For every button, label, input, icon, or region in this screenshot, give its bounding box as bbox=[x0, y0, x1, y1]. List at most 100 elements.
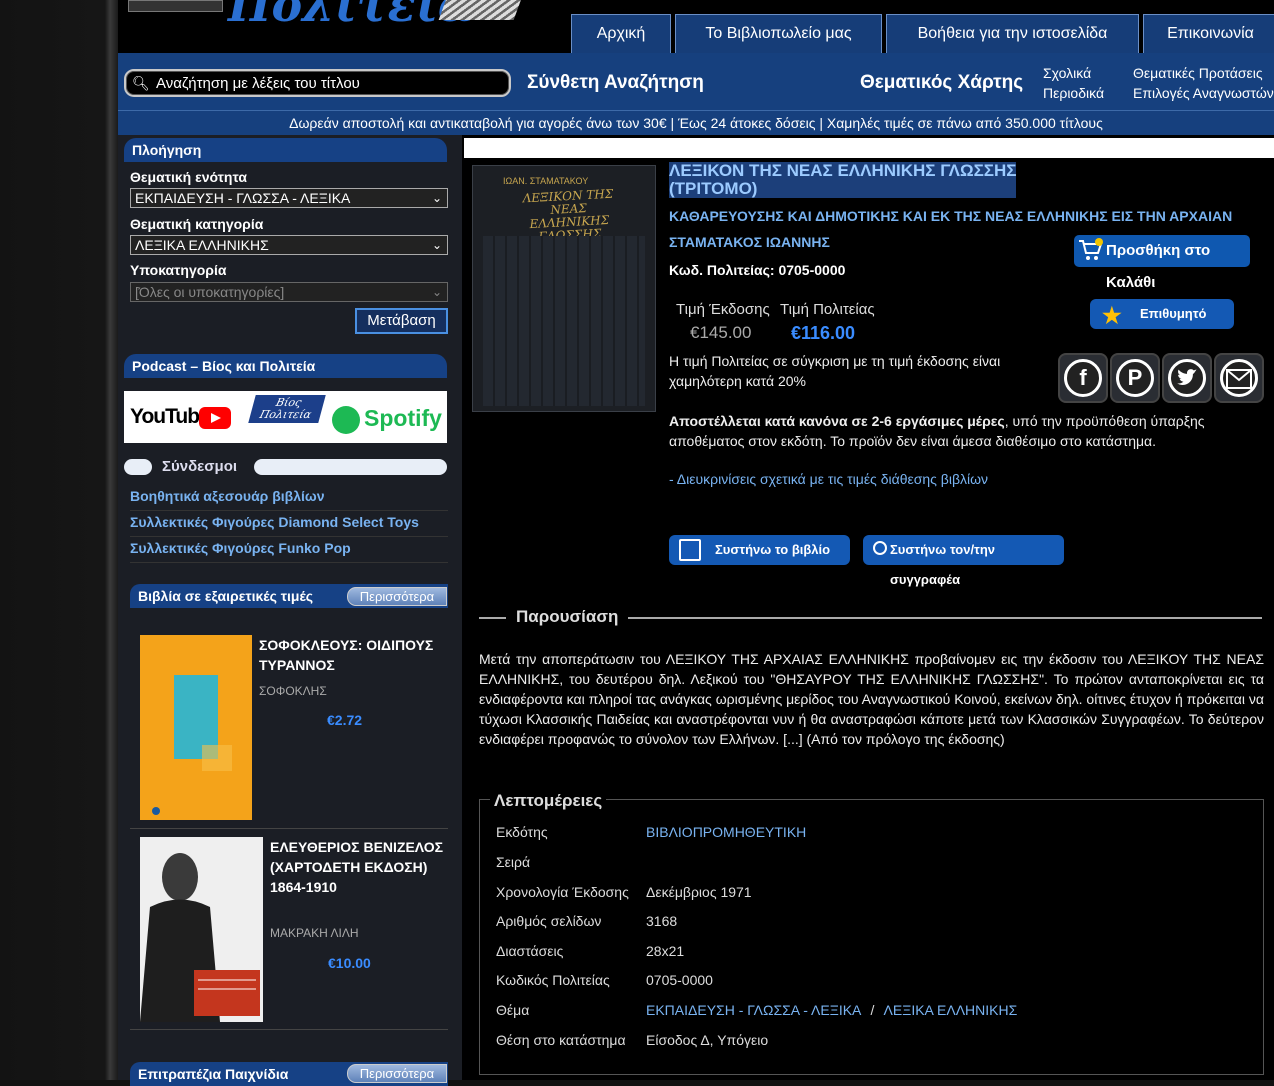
offer-author[interactable]: ΣΟΦΟΚΛΗΣ bbox=[259, 684, 327, 698]
book-author-link[interactable]: ΣΤΑΜΑΤΑΚΟΣ ΙΩΑΝΝΗΣ bbox=[669, 234, 830, 250]
links-title: Σύνδεσμοι bbox=[162, 458, 238, 475]
nav-help[interactable]: Βοήθεια για την ιστοσελίδα bbox=[886, 14, 1139, 53]
recommend-author-button[interactable]: Συστήνω τον/την συγγραφέα bbox=[863, 535, 1064, 587]
envelope-icon bbox=[1220, 359, 1258, 397]
school-link[interactable]: Σχολικά bbox=[1043, 65, 1091, 81]
offer-book[interactable]: ΕΛΕΥΘΕΡΙΟΣ ΒΕΝΙΖΕΛΟΣ (ΧΑΡΤΟΔΕΤΗ ΕΚΔΟΣΗ) … bbox=[140, 837, 448, 1023]
email-share-button[interactable] bbox=[1214, 353, 1264, 403]
vios-politeia-logo: Βίος Πολιτεία bbox=[248, 395, 326, 423]
wishlist-button[interactable]: ★ Επιθυμητό bbox=[1090, 299, 1234, 329]
recommend-book-button[interactable]: Συστήνω το βιβλίο bbox=[669, 535, 850, 565]
logo-book-graphic bbox=[438, 0, 523, 20]
go-button[interactable]: Μετάβαση bbox=[355, 308, 448, 334]
chevron-down-icon: ⌄ bbox=[431, 238, 442, 252]
top-strip bbox=[464, 138, 1274, 158]
youtube-play-icon bbox=[199, 407, 231, 429]
offer-title[interactable]: ΣΟΦΟΚΛΕΟΥΣ: ΟΙΔΙΠΟΥΣ ΤΥΡΑΝΝΟΣ bbox=[259, 635, 439, 675]
offer-author[interactable]: ΜΑΚΡΑΚΗ ΛΙΛΗ bbox=[270, 926, 359, 940]
subject-link[interactable]: ΕΚΠΑΙΔΕΥΣΗ - ΓΛΩΣΣΑ - ΛΕΞΙΚΑ bbox=[646, 1002, 861, 1018]
logo-strip bbox=[128, 0, 223, 12]
header: Πολιτεία Αρχική Το Βιβλιοπωλείο μας Βοήθ… bbox=[118, 0, 1274, 53]
search-bar: 🔍︎ Σύνθετη Αναζήτηση Θεματικός Χάρτης Σχ… bbox=[118, 53, 1274, 110]
section-select-value: ΕΚΠΑΙΔΕΥΣΗ - ΓΛΩΣΣΑ - ΛΕΞΙΚΑ bbox=[135, 190, 351, 206]
spotify-logo: Spotify bbox=[364, 405, 442, 431]
twitter-icon bbox=[1168, 359, 1206, 397]
offer-price: €2.72 bbox=[327, 712, 363, 728]
sidebar: Πλοήγηση Θεματική ενότητα ΕΚΠΑΙΔΕΥΣΗ - Γ… bbox=[118, 135, 458, 1086]
book-subtitle: ΚΑΘΑΡΕΥΟΥΣΗΣ ΚΑΙ ΔΗΜΟΤΙΚΗΣ ΚΑΙ ΕΚ ΤΗΣ ΝΕ… bbox=[669, 208, 1233, 224]
star-icon: ★ bbox=[1102, 303, 1122, 328]
subcategory-select-value: [Όλες οι υποκατηγορίες] bbox=[135, 284, 285, 300]
subcategory-link[interactable]: ΛΕΞΙΚΑ ΕΛΛΗΝΙΚΗΣ bbox=[884, 1002, 1018, 1018]
details-title: Λεπτομέρειες bbox=[490, 791, 607, 811]
advanced-search-link[interactable]: Σύνθετη Αναζήτηση bbox=[527, 72, 704, 94]
reader-choices-link[interactable]: Επιλογές Αναγνωστών bbox=[1133, 85, 1274, 101]
section-select[interactable]: ΕΚΠΑΙΔΕΥΣΗ - ΓΛΩΣΣΑ - ΛΕΞΙΚΑ ⌄ bbox=[130, 188, 448, 208]
left-gutter bbox=[0, 0, 118, 1080]
subcategory-select[interactable]: [Όλες οι υποκατηγορίες] ⌄ bbox=[130, 282, 448, 302]
link-funko-pop[interactable]: Συλλεκτικές Φιγούρες Funko Pop bbox=[130, 537, 448, 563]
pinterest-icon: P bbox=[1116, 359, 1154, 397]
price-issue: €145.00 bbox=[690, 323, 752, 342]
divider bbox=[130, 828, 448, 829]
twitter-share-button[interactable] bbox=[1162, 353, 1212, 403]
price-note: Η τιμή Πολιτείας σε σύγκριση με τη τιμή … bbox=[669, 353, 1001, 389]
details-box: Λεπτομέρειες Εκδότης ΒΙΒΛΙΟΠΡΟΜΗΘΕΥΤΙΚΗ … bbox=[479, 791, 1264, 1075]
spotify-icon bbox=[332, 406, 360, 434]
games-more-button[interactable]: Περισσότερα bbox=[347, 1064, 447, 1083]
nav-bookstore[interactable]: Το Βιβλιοπωλείο μας bbox=[675, 14, 882, 53]
book-cover-oedipus[interactable] bbox=[140, 635, 252, 820]
price-clarification-link[interactable]: - Διευκρινίσεις σχετικά με τις τιμές διά… bbox=[669, 471, 988, 487]
subcategory-label: Υποκατηγορία bbox=[130, 262, 227, 278]
offer-book[interactable]: ΣΟΦΟΚΛΕΟΥΣ: ΟΙΔΙΠΟΥΣ ΤΥΡΑΝΝΟΣ ΣΟΦΟΚΛΗΣ €… bbox=[140, 635, 448, 825]
category-label: Θεματική κατηγορία bbox=[130, 216, 264, 232]
divider bbox=[130, 1029, 448, 1030]
logo-text: Πολιτεία bbox=[228, 0, 474, 32]
search-input[interactable] bbox=[156, 73, 496, 93]
section-label: Θεματική ενότητα bbox=[130, 169, 247, 185]
link-book-accessories[interactable]: Βοηθητικά αξεσουάρ βιβλίων bbox=[130, 485, 448, 511]
cover-author: ΙΩΑΝ. ΣΤΑΜΑΤΑΚΟΥ bbox=[503, 176, 589, 186]
youtube-logo: YouTube bbox=[130, 405, 211, 428]
facebook-share-button[interactable]: f bbox=[1058, 353, 1108, 403]
book-title: ΛΕΞΙΚΟΝ ΤΗΣ ΝΕΑΣ ΕΛΛΗΝΙΚΗΣ ΓΛΩΣΣΗΣ (ΤΡΙΤ… bbox=[669, 161, 1017, 198]
book-cover-venizelos[interactable] bbox=[140, 837, 263, 1022]
link-diamond-select[interactable]: Συλλεκτικές Φιγούρες Diamond Select Toys bbox=[130, 511, 448, 537]
page: Πολιτεία Αρχική Το Βιβλιοπωλείο μας Βοήθ… bbox=[118, 0, 1274, 1086]
price-issue-label: Τιμή Έκδοσης bbox=[676, 301, 770, 318]
shipping-info: Αποστέλλεται κατά κανόνα σε 2-6 εργάσιμε… bbox=[669, 413, 1205, 449]
price-store-label: Τιμή Πολιτείας bbox=[780, 301, 875, 318]
category-select-value: ΛΕΞΙΚΑ ΕΛΛΗΝΙΚΗΣ bbox=[135, 237, 269, 253]
search-icon[interactable]: 🔍︎ bbox=[132, 75, 150, 92]
book-cover[interactable]: ΙΩΑΝ. ΣΤΑΜΑΤΑΚΟΥ ΛΕΞΙΚΟΝ ΤΗΣ ΝΕΑΣ ΕΛΛΗΝΙ… bbox=[472, 165, 656, 412]
site-logo[interactable]: Πολιτεία bbox=[128, 0, 528, 38]
offers-more-button[interactable]: Περισσότερα bbox=[347, 587, 447, 606]
price-store: €116.00 bbox=[791, 323, 856, 343]
presentation-text: Μετά την αποπεράτωσιν του ΛΕΞΙΚΟΥ ΤΗΣ ΑΡ… bbox=[479, 651, 1264, 747]
add-to-cart-button[interactable]: Προσθήκη στο Καλάθι bbox=[1074, 235, 1250, 291]
offer-title[interactable]: ΕΛΕΥΘΕΡΙΟΣ ΒΕΝΙΖΕΛΟΣ (ΧΑΡΤΟΔΕΤΗ ΕΚΔΟΣΗ) … bbox=[270, 837, 445, 897]
pinterest-share-button[interactable]: P bbox=[1110, 353, 1160, 403]
presentation-title: Παρουσίαση bbox=[506, 607, 629, 627]
links-list: Βοηθητικά αξεσουάρ βιβλίων Συλλεκτικές Φ… bbox=[130, 485, 448, 563]
person-plus-icon bbox=[873, 541, 887, 555]
links-header: Σύνδεσμοι bbox=[124, 457, 447, 475]
offer-price: €10.00 bbox=[328, 955, 371, 971]
facebook-icon: f bbox=[1064, 359, 1102, 397]
book-code: Κωδ. Πολιτείας: 0705-0000 bbox=[669, 262, 846, 278]
category-select[interactable]: ΛΕΞΙΚΑ ΕΛΛΗΝΙΚΗΣ ⌄ bbox=[130, 235, 448, 255]
podcast-banner[interactable]: YouTube Βίος Πολιτεία Spotify bbox=[124, 391, 447, 443]
subject-separator: / bbox=[870, 1002, 875, 1018]
search-box[interactable]: 🔍︎ bbox=[124, 69, 511, 97]
thematic-suggestions-link[interactable]: Θεματικές Προτάσεις bbox=[1133, 65, 1263, 81]
shipping-banner: Δωρεάν αποστολή και αντικαταβολή για αγο… bbox=[118, 110, 1274, 135]
chevron-down-icon: ⌄ bbox=[431, 285, 442, 299]
publisher-link[interactable]: ΒΙΒΛΙΟΠΡΟΜΗΘΕΥΤΙΚΗ bbox=[646, 824, 806, 840]
periodicals-link[interactable]: Περιοδικά bbox=[1043, 85, 1104, 101]
nav-home[interactable]: Αρχική bbox=[571, 14, 671, 53]
nav-panel-title: Πλοήγηση bbox=[124, 138, 447, 162]
recommend-book-icon bbox=[679, 539, 701, 561]
thematic-map-link[interactable]: Θεματικός Χάρτης bbox=[860, 72, 1023, 94]
nav-contact[interactable]: Επικοινωνία bbox=[1143, 14, 1274, 53]
podcast-title: Podcast – Βίος και Πολιτεία bbox=[124, 354, 447, 378]
